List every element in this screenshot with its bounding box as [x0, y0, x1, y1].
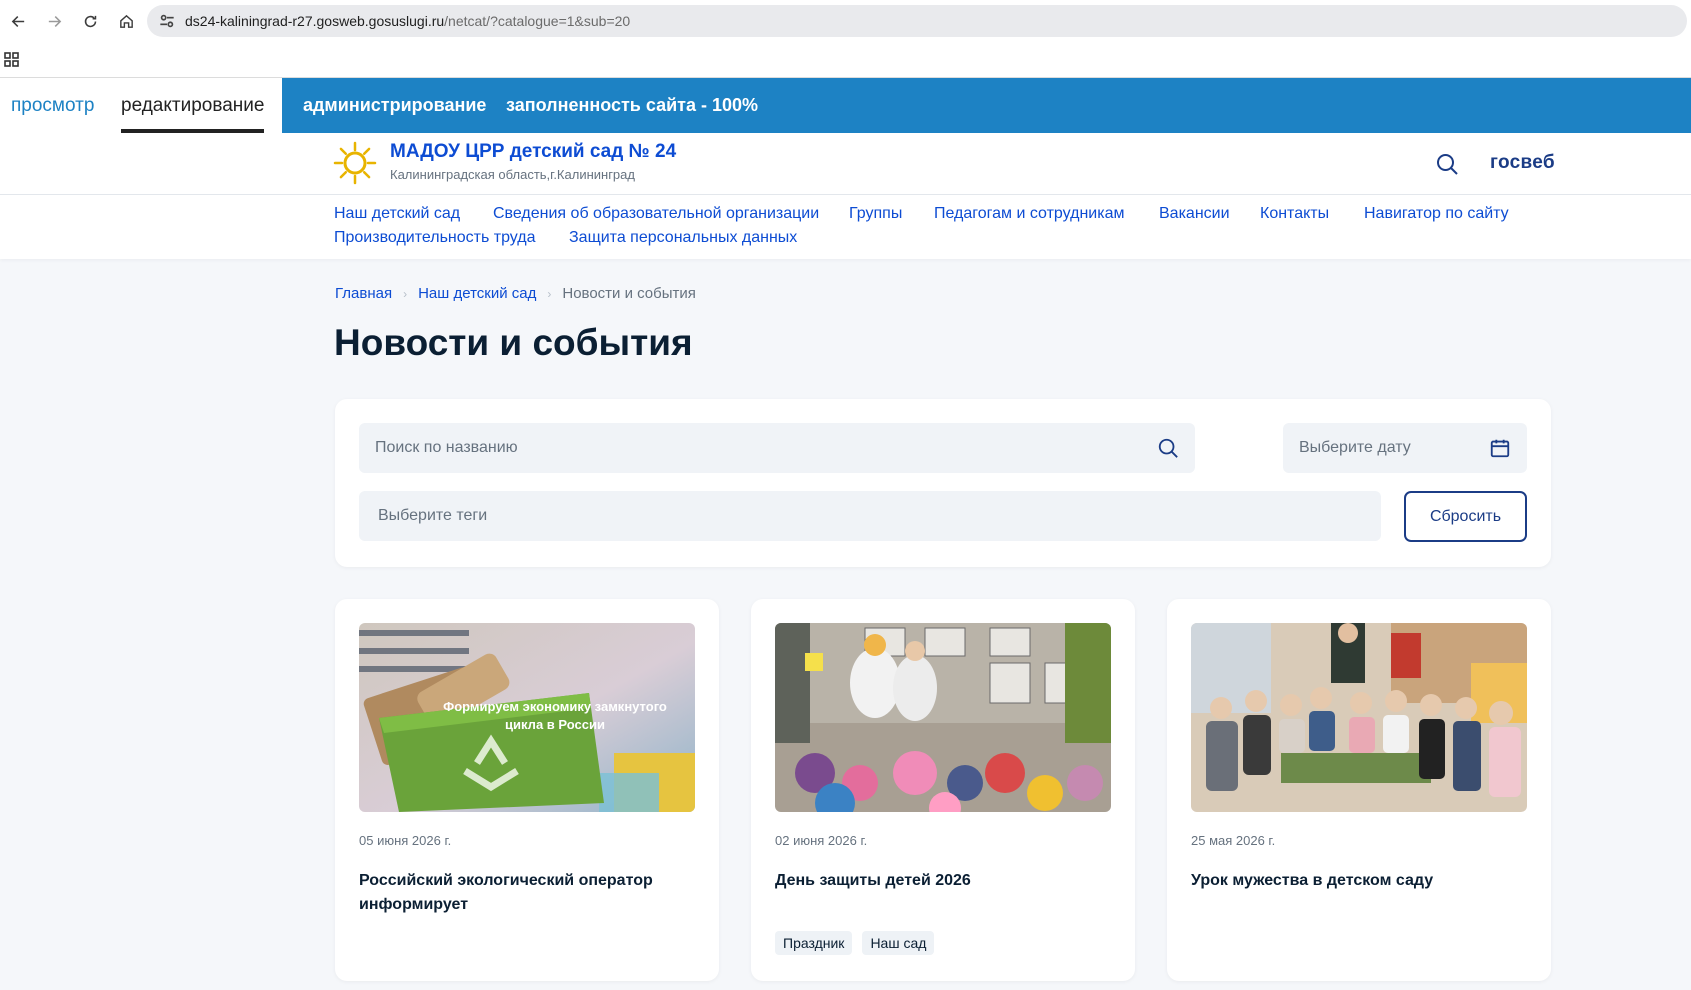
edit-mode-tab[interactable]: редактирование — [121, 78, 265, 133]
nav-staff[interactable]: Педагогам и сотрудникам — [934, 205, 1124, 223]
address-bar[interactable]: ds24-kaliningrad-r27.gosweb.gosuslugi.ru… — [147, 5, 1687, 37]
arrow-right-icon — [48, 15, 61, 27]
home-icon — [119, 14, 133, 28]
news-image[interactable] — [1191, 623, 1527, 812]
search-placeholder: Поиск по названию — [375, 439, 518, 456]
childrens-day-photo — [775, 623, 1111, 812]
nav-labor-productivity[interactable]: Производительность труда — [334, 229, 536, 247]
nav-contacts[interactable]: Контакты — [1260, 205, 1329, 223]
news-title[interactable]: День защиты детей 2026 — [775, 869, 1111, 893]
reset-button[interactable]: Сбросить — [1404, 491, 1527, 542]
reload-button[interactable] — [72, 0, 108, 42]
recycling-image: Формируем экономику замкнутого цикла в Р… — [359, 623, 695, 812]
back-button[interactable] — [0, 0, 36, 42]
browser-toolbar: ds24-kaliningrad-r27.gosweb.gosuslugi.ru… — [0, 0, 1691, 42]
date-placeholder: Выберите дату — [1299, 439, 1411, 456]
site-header: МАДОУ ЦРР детский сад № 24 Калининградск… — [0, 133, 1691, 195]
sun-logo-icon[interactable] — [333, 141, 377, 185]
tag-holiday[interactable]: Праздник — [775, 931, 853, 955]
news-date: 02 июня 2026 г. — [775, 833, 868, 848]
news-card[interactable]: 25 мая 2026 г. Урок мужества в детском с… — [1167, 599, 1551, 981]
breadcrumb-home[interactable]: Главная — [335, 285, 392, 302]
organization-region: Калининградская область,г.Калининград — [390, 167, 635, 182]
date-picker[interactable]: Выберите дату — [1283, 423, 1527, 473]
nav-personal-data[interactable]: Защита персональных данных — [569, 229, 797, 247]
tune-icon[interactable] — [157, 11, 177, 31]
nav-vacancies[interactable]: Вакансии — [1159, 205, 1230, 223]
reload-icon — [84, 15, 96, 27]
url-host: ds24-kaliningrad-r27.gosweb.gosuslugi.ru — [185, 13, 445, 29]
chevron-right-icon: › — [403, 286, 408, 301]
news-image[interactable] — [775, 623, 1111, 812]
news-tags: Праздник Наш сад — [775, 931, 935, 955]
search-icon[interactable] — [1157, 437, 1179, 459]
news-filter-panel: Поиск по названию Выберите дату Выберите… — [335, 399, 1551, 567]
forward-button[interactable] — [36, 0, 72, 42]
home-button[interactable] — [108, 0, 144, 42]
calendar-icon[interactable] — [1489, 437, 1511, 459]
tag-our-garden[interactable]: Наш сад — [862, 931, 935, 955]
nav-our-kindergarten[interactable]: Наш детский сад — [334, 205, 460, 223]
tags-placeholder: Выберите теги — [378, 507, 488, 524]
chevron-right-icon: › — [547, 286, 552, 301]
gosweb-logo[interactable]: госвеб — [1490, 152, 1555, 174]
admin-panel: просмотр редактирование администрировани… — [0, 78, 1691, 133]
arrow-left-icon — [11, 15, 24, 27]
nav-groups[interactable]: Группы — [849, 205, 902, 223]
nav-org-info[interactable]: Сведения об образовательной организации — [493, 205, 819, 223]
nav-site-navigator[interactable]: Навигатор по сайту — [1364, 205, 1509, 223]
news-title[interactable]: Урок мужества в детском саду — [1191, 869, 1527, 893]
view-mode-tab[interactable]: просмотр — [11, 78, 94, 133]
news-image[interactable]: Формируем экономику замкнутого цикла в Р… — [359, 623, 695, 812]
news-date: 25 мая 2026 г. — [1191, 833, 1276, 848]
search-icon[interactable] — [1435, 152, 1459, 176]
svg-text:цикла в России: цикла в России — [505, 717, 605, 732]
administration-link[interactable]: администрирование — [303, 78, 486, 133]
svg-text:Формируем экономику замкнутого: Формируем экономику замкнутого — [443, 699, 667, 714]
main-navigation: Наш детский сад Сведения об образователь… — [0, 195, 1691, 259]
site-fill-status[interactable]: заполненность сайта - 100% — [506, 78, 758, 133]
organization-name[interactable]: МАДОУ ЦРР детский сад № 24 — [390, 141, 676, 163]
breadcrumb-kindergarten[interactable]: Наш детский сад — [418, 285, 536, 302]
news-card[interactable]: 02 июня 2026 г. День защиты детей 2026 П… — [751, 599, 1135, 981]
news-card[interactable]: Формируем экономику замкнутого цикла в Р… — [335, 599, 719, 981]
bookmarks-bar — [0, 42, 1691, 78]
breadcrumb-current: Новости и события — [562, 285, 696, 302]
url-path: /netcat/?catalogue=1&sub=20 — [444, 13, 631, 29]
news-date: 05 июня 2026 г. — [359, 833, 452, 848]
tags-select[interactable]: Выберите теги — [359, 491, 1381, 541]
courage-lesson-photo — [1191, 623, 1527, 812]
apps-grid-icon[interactable] — [3, 51, 21, 69]
page-title: Новости и события — [334, 322, 693, 363]
search-input[interactable]: Поиск по названию — [359, 423, 1195, 473]
news-title[interactable]: Российский экологический оператор информ… — [359, 869, 695, 917]
breadcrumb: Главная › Наш детский сад › Новости и со… — [335, 285, 696, 302]
